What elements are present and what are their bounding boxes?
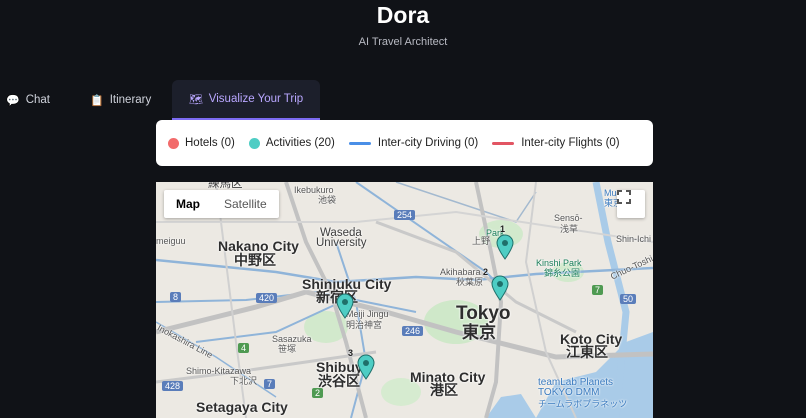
map-label-nakano-jp: 中野区 — [234, 252, 276, 268]
hotel-dot-icon — [168, 137, 179, 149]
road-shield: 50 — [620, 294, 637, 304]
app-subtitle: AI Travel Architect — [358, 36, 448, 48]
road-shield: 2 — [312, 388, 324, 398]
fullscreen-button[interactable] — [617, 190, 645, 218]
legend-flights: Inter-city Flights (0) — [492, 137, 620, 149]
map-label-nakano-city: Nakano City — [218, 238, 299, 254]
activity-marker-pin[interactable] — [357, 354, 375, 380]
flight-line-icon — [492, 141, 515, 145]
map-label-senso-jp: 浅草 — [560, 224, 579, 234]
map-label-waseda-univ: University — [316, 237, 367, 249]
tab-label: Chat — [25, 94, 50, 106]
road-shield: 7 — [264, 379, 276, 389]
pin-number: 3 — [348, 348, 354, 358]
activity-marker-pin[interactable] — [336, 293, 354, 319]
map-label-akihabara-jp: 秋葉原 — [456, 277, 484, 287]
legend-driving: Inter-city Driving (0) — [348, 137, 479, 149]
map-label-teamlab-2: TOKYO DMM — [538, 387, 600, 398]
map-label-koto-jp: 江東区 — [566, 344, 608, 360]
road-shield: 254 — [394, 210, 416, 220]
map-type-control: Map Satellite — [164, 190, 279, 218]
map-legend: Hotels (0) Activities (20) Inter-city Dr… — [156, 120, 653, 166]
map-label-ikebukuro-jp: 池袋 — [318, 195, 337, 205]
tab-bar: 💬 Chat 📋 Itinerary 🗺 Visualize Your Trip — [0, 80, 806, 120]
map-label-shimo-kitazawa-jp: 下北沢 — [230, 376, 258, 386]
legend-activities: Activities (20) — [248, 137, 335, 149]
app-title: Dora — [376, 2, 430, 28]
legend-label: Inter-city Flights (0) — [521, 137, 620, 149]
map-label-nerima: 練馬区 — [208, 182, 243, 190]
trip-map[interactable]: 練馬区 Ikebukuro 池袋 Waseda University meigu… — [156, 182, 653, 418]
map-label-akihabara: Akihabara — [440, 267, 481, 277]
map-label-senso: Sensō- — [554, 213, 583, 223]
road-shield: 246 — [402, 326, 424, 336]
map-label-shimo-kitazawa: Shimo-Kitazawa — [186, 366, 252, 376]
legend-label: Inter-city Driving (0) — [377, 137, 479, 149]
activity-dot-icon — [248, 137, 260, 149]
map-label-shin-ichi: Shin-Ichi — [616, 234, 652, 244]
road-shield: 4 — [238, 343, 250, 353]
map-label-ikebukuro: Ikebukuro — [294, 185, 334, 195]
activity-marker-pin[interactable] — [496, 234, 514, 260]
road-shield: 7 — [592, 285, 604, 295]
map-label-minato-jp: 港区 — [430, 382, 458, 398]
map-label-meiji-jingu-jp: 明治神宮 — [346, 320, 383, 330]
map-type-map-button[interactable]: Map — [164, 190, 212, 218]
map-label-tokyo: Tokyo — [456, 303, 511, 324]
activity-marker-pin[interactable] — [491, 275, 509, 301]
tab-label: Itinerary — [109, 94, 152, 106]
map-label-shibuya: Shibuy — [316, 359, 363, 375]
map-label-teamlab-jp: チームラボプラネッツ — [538, 399, 628, 409]
road-shield: 420 — [256, 293, 278, 303]
map-label-tokyo-jp: 東京 — [462, 323, 496, 342]
pin-number: 1 — [500, 224, 506, 234]
map-label-meiguu: meiguu — [156, 236, 186, 246]
map-icon: 🗺 — [188, 93, 203, 106]
map-label-sasazuka: Sasazuka — [272, 334, 312, 344]
tab-visualize-trip[interactable]: 🗺 Visualize Your Trip — [172, 80, 320, 120]
map-label-setagaya: Setagaya City — [196, 399, 288, 415]
tab-itinerary[interactable]: 📋 Itinerary — [90, 80, 151, 120]
map-label-ueno-jp: 上野 — [472, 236, 491, 246]
map-label-kinshi: Kinshi Park — [536, 258, 582, 268]
fullscreen-icon — [617, 190, 631, 204]
driving-line-icon — [348, 141, 371, 145]
map-label-shibuya-jp: 渋谷区 — [318, 373, 360, 389]
legend-label: Activities (20) — [265, 137, 335, 149]
road-shield: 8 — [170, 292, 182, 302]
map-type-satellite-button[interactable]: Satellite — [212, 190, 279, 218]
map-label-sasazuka-jp: 笹塚 — [278, 344, 297, 354]
road-shield: 428 — [162, 381, 184, 391]
tab-chat[interactable]: 💬 Chat — [6, 80, 50, 120]
tab-label: Visualize Your Trip — [208, 93, 304, 105]
map-label-kinshi-jp: 錦糸公園 — [544, 268, 581, 278]
pin-number: 2 — [483, 267, 489, 277]
speech-bubble-icon: 💬 — [6, 94, 20, 107]
legend-hotels: Hotels (0) — [168, 137, 235, 149]
clipboard-icon: 📋 — [90, 94, 104, 107]
legend-label: Hotels (0) — [185, 137, 235, 149]
